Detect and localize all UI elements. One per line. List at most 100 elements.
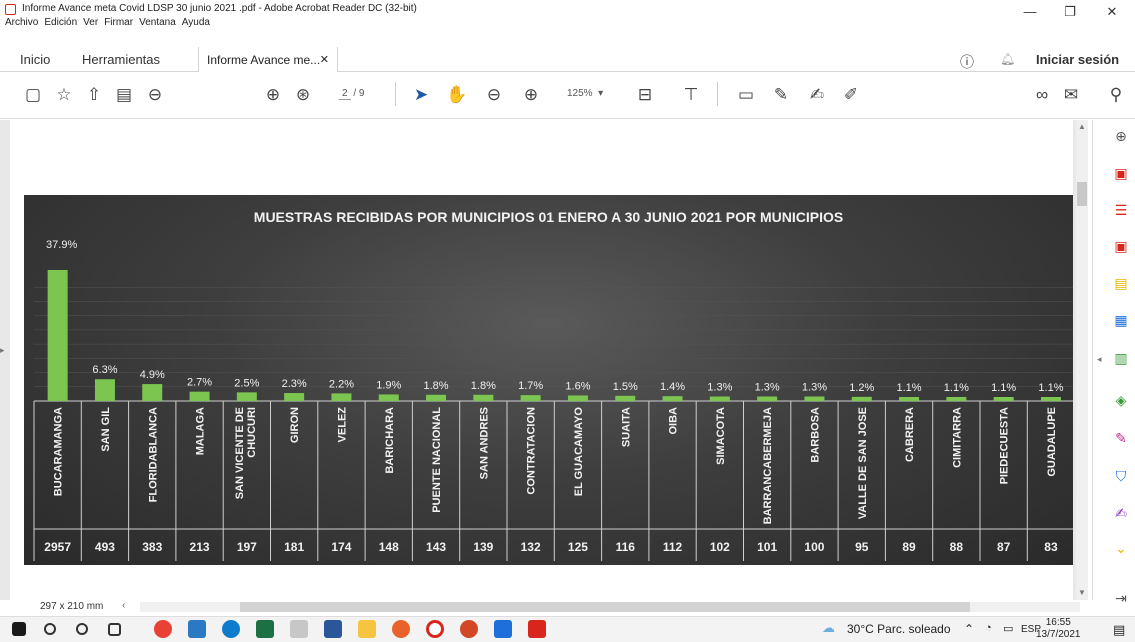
search-icon[interactable] — [44, 623, 56, 635]
task-view-icon[interactable] — [108, 623, 121, 636]
edge-icon[interactable] — [222, 620, 240, 638]
data-label: 1.3% — [707, 382, 732, 394]
help-icon[interactable]: ⓘ — [960, 52, 974, 72]
more-tools-icon[interactable]: ⌄ — [1113, 540, 1129, 556]
zoom-out-icon[interactable]: ⊖ — [483, 84, 505, 106]
scroll-down-icon[interactable]: ▼ — [1078, 588, 1086, 597]
app-blue-icon[interactable] — [494, 620, 512, 638]
cortana-icon[interactable] — [76, 623, 88, 635]
scroll-up-icon[interactable]: ▲ — [1078, 122, 1086, 131]
paint-icon[interactable] — [290, 620, 308, 638]
page-current[interactable]: 2 — [339, 88, 351, 100]
fill-sign-icon[interactable]: ✐ — [840, 84, 862, 106]
zoom-select[interactable]: 125% ▾ — [567, 88, 603, 99]
compress-icon[interactable]: ◈ — [1113, 392, 1129, 408]
menu-edicion[interactable]: Edición — [44, 17, 77, 28]
excel-icon[interactable] — [256, 620, 274, 638]
category-label-text: CHUCURI — [246, 407, 258, 458]
page-up-icon[interactable]: ⊕ — [262, 84, 284, 106]
count-label: 125 — [568, 540, 588, 554]
create-pdf-icon[interactable]: ▣ — [1113, 238, 1129, 254]
comment-icon[interactable]: ▭ — [735, 84, 757, 106]
bell-icon[interactable]: 🔔︎ — [1000, 52, 1015, 66]
word-icon[interactable] — [324, 620, 342, 638]
comment-panel-icon[interactable]: ▤ — [1113, 275, 1129, 291]
minimize-icon[interactable]: — — [1010, 4, 1050, 24]
zoom-search-icon[interactable]: ⊖ — [144, 84, 166, 106]
opera-icon[interactable] — [426, 620, 444, 638]
tab-herramientas[interactable]: Herramientas — [82, 52, 160, 67]
hscroll-left-icon[interactable]: ‹ — [122, 600, 125, 611]
hand-icon[interactable]: ✋ — [446, 84, 468, 106]
tab-document[interactable]: Informe Avance me... ✕ — [198, 47, 338, 72]
category-label: CONTRATACION — [526, 407, 538, 495]
data-label: 1.6% — [565, 380, 590, 392]
bar — [757, 396, 778, 401]
zoom-in-icon[interactable]: ⊕ — [520, 84, 542, 106]
bar — [520, 395, 541, 401]
chrome-icon[interactable] — [154, 620, 172, 638]
bar — [567, 395, 588, 401]
sign-icon[interactable]: ✍ — [806, 84, 828, 106]
save-icon[interactable]: ▢ — [22, 84, 44, 106]
powerpoint-icon[interactable] — [460, 620, 478, 638]
category-label: BUCARAMANGA — [53, 407, 65, 496]
highlight-icon[interactable]: ✎ — [770, 84, 792, 106]
data-label: 1.9% — [376, 379, 401, 391]
category-label-text: SAN ANDRES — [478, 407, 490, 479]
fill-panel-icon[interactable]: ✎ — [1113, 430, 1129, 446]
start-icon[interactable] — [12, 622, 26, 636]
menu-ayuda[interactable]: Ayuda — [182, 17, 210, 28]
app-icon[interactable] — [188, 620, 206, 638]
print-icon[interactable]: ▤ — [113, 84, 135, 106]
page-indicator[interactable]: 2 / 9 — [339, 88, 364, 100]
star-icon[interactable]: ☆ — [53, 84, 75, 106]
sign-panel-icon[interactable]: ✍ — [1113, 505, 1129, 521]
close-window-icon[interactable]: ✕ — [1092, 4, 1132, 24]
signin-button[interactable]: Iniciar sesión — [1036, 52, 1119, 67]
add-user-icon[interactable]: ⚲ — [1105, 84, 1127, 106]
category-label: MALAGA — [195, 407, 207, 455]
link-icon[interactable]: ∞ — [1031, 84, 1053, 106]
file-explorer-icon[interactable] — [358, 620, 376, 638]
edit-pdf-icon[interactable]: ▥ — [1113, 350, 1129, 366]
acrobat-taskbar-icon[interactable] — [528, 620, 546, 638]
bar — [284, 393, 305, 401]
vertical-scroll-thumb[interactable] — [1077, 182, 1087, 206]
count-label: 213 — [190, 540, 210, 554]
network-icon[interactable]: ◔ — [985, 622, 992, 634]
left-panel-toggle-icon[interactable]: ▸ — [0, 345, 10, 356]
export-pdf-icon[interactable]: ▣ — [1113, 165, 1129, 181]
page-down-icon[interactable]: ⊛ — [292, 84, 314, 106]
organize-pages-icon[interactable]: ☰ — [1113, 202, 1129, 218]
weather-text[interactable]: 30°C Parc. soleado — [847, 622, 951, 636]
menu-archivo[interactable]: Archivo — [5, 17, 38, 28]
clock[interactable]: 16:55 13/7/2021 — [1036, 617, 1081, 641]
menu-firmar[interactable]: Firmar — [104, 17, 133, 28]
tray-chevron-icon[interactable]: ⌃ — [964, 622, 974, 636]
zoom-panel-icon[interactable]: ⊕ — [1113, 128, 1129, 144]
collapse-panel-icon[interactable]: ⇥ — [1113, 590, 1129, 606]
mail-icon[interactable]: ✉ — [1060, 84, 1082, 106]
restore-icon[interactable]: ❐ — [1050, 4, 1090, 24]
count-label: 132 — [521, 540, 541, 554]
close-tab-icon[interactable]: ✕ — [320, 53, 329, 66]
pointer-icon[interactable]: ➤ — [410, 84, 432, 106]
combine-icon[interactable]: ▦ — [1113, 312, 1129, 328]
category-label-text: SAN VICENTE DE — [234, 407, 246, 499]
scroll-mode-icon[interactable]: ⊤ — [680, 84, 702, 106]
protect-icon[interactable]: ⛉ — [1113, 468, 1129, 484]
share-icon[interactable]: ⇧ — [83, 84, 105, 106]
menu-ventana[interactable]: Ventana — [139, 17, 176, 28]
horizontal-scroll-thumb[interactable] — [240, 602, 970, 612]
fit-page-icon[interactable]: ⊟ — [634, 84, 656, 106]
tab-inicio[interactable]: Inicio — [20, 52, 50, 67]
menu-ver[interactable]: Ver — [83, 17, 98, 28]
category-label-text: BARBOSA — [809, 407, 821, 463]
weather-icon[interactable]: ☁ — [822, 620, 835, 636]
bar — [946, 397, 967, 401]
panel-toggle-icon[interactable]: ◂ — [1097, 354, 1102, 365]
firefox-icon[interactable] — [392, 620, 410, 638]
notification-icon[interactable]: ▤ — [1113, 622, 1125, 638]
battery-icon[interactable]: ▭ — [1003, 622, 1013, 635]
